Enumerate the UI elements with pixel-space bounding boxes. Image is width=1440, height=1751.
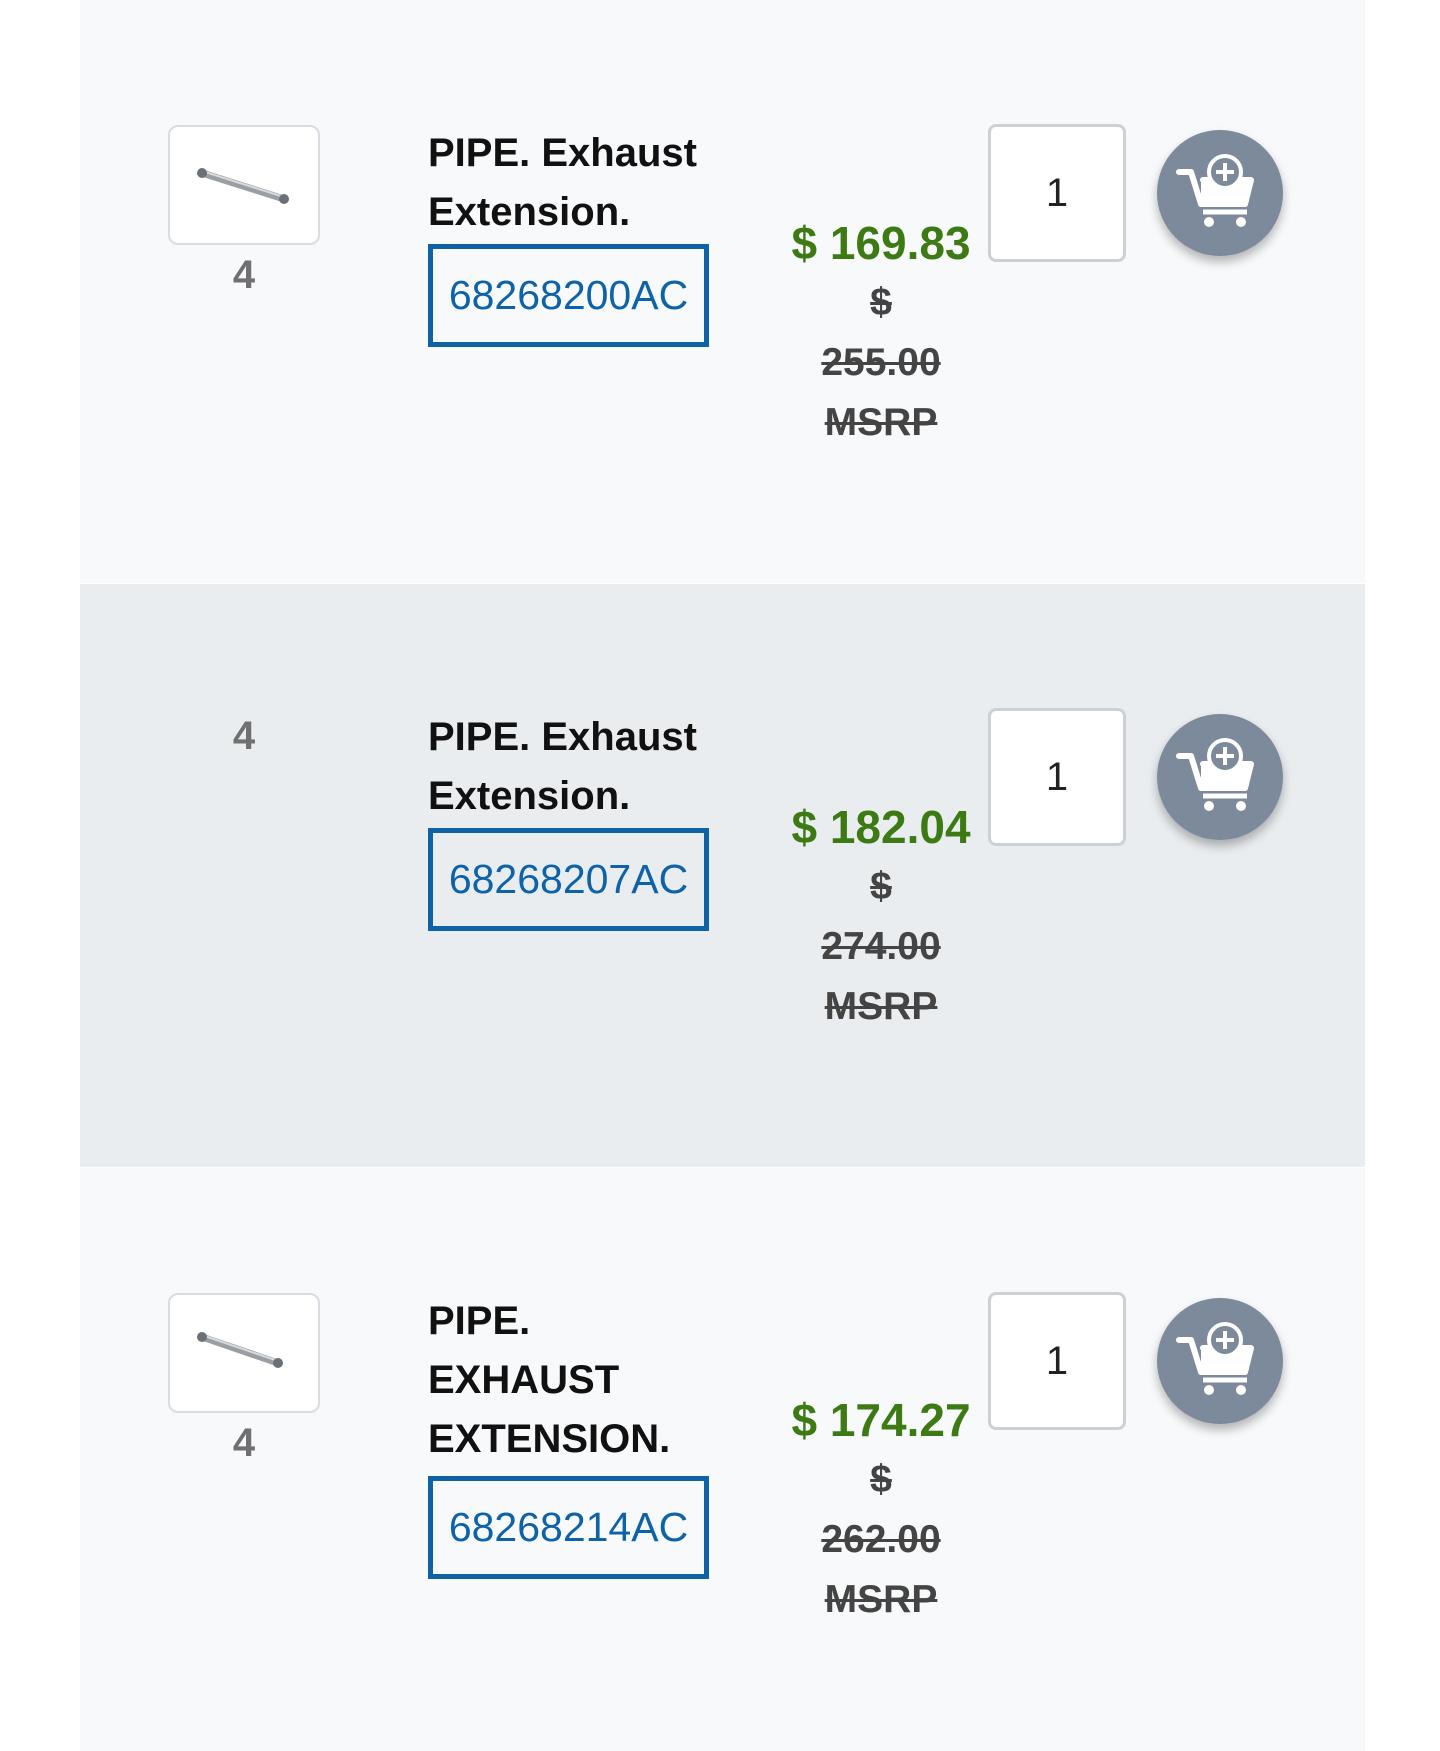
quantity-required: 4 xyxy=(232,253,256,297)
quantity-required: 4 xyxy=(232,714,256,758)
exhaust-pipe-image xyxy=(197,168,289,204)
part-thumbnail[interactable] xyxy=(168,1293,320,1413)
part-row: 4 PIPE. EXHAUST EXTENSION. 68268214AC $ … xyxy=(80,1168,1365,1751)
sale-price: $ 169.83 xyxy=(791,217,971,269)
part-thumbnail[interactable] xyxy=(168,125,320,245)
part-number-link[interactable]: 68268214AC xyxy=(428,1476,709,1579)
add-to-cart-button[interactable] xyxy=(1157,1298,1283,1424)
quantity-required: 4 xyxy=(232,1421,256,1465)
add-to-cart-button[interactable] xyxy=(1157,714,1283,840)
msrp-currency: $ xyxy=(870,281,892,324)
price-block: $ 174.27 $ 262.00 MSRP xyxy=(786,1390,976,1630)
msrp-label: MSRP xyxy=(824,1578,938,1621)
msrp-currency: $ xyxy=(870,1458,892,1501)
part-description: PIPE. EXHAUST EXTENSION. xyxy=(428,1299,671,1461)
part-description: PIPE. Exhaust Extension. xyxy=(428,715,697,818)
price-block: $ 182.04 $ 274.00 MSRP xyxy=(786,797,976,1037)
msrp-value: 274.00 xyxy=(821,925,941,968)
exhaust-pipe-image xyxy=(197,1332,283,1368)
msrp-currency: $ xyxy=(870,865,892,908)
add-to-cart-icon xyxy=(1176,1322,1254,1395)
msrp-label: MSRP xyxy=(824,401,938,444)
part-number-link[interactable]: 68268207AC xyxy=(428,828,709,931)
part-description: PIPE. Exhaust Extension. xyxy=(428,131,697,234)
sale-price: $ 182.04 xyxy=(791,801,971,853)
parts-list: 4 PIPE. Exhaust Extension. 68268200AC $ … xyxy=(80,0,1365,1751)
part-number-link[interactable]: 68268200AC xyxy=(428,244,709,347)
quantity-input[interactable] xyxy=(988,708,1126,846)
msrp-label: MSRP xyxy=(824,985,938,1028)
add-to-cart-icon xyxy=(1176,738,1254,811)
part-row: 4 PIPE. Exhaust Extension. 68268200AC $ … xyxy=(80,0,1365,583)
add-to-cart-icon xyxy=(1176,154,1254,227)
quantity-input[interactable] xyxy=(988,124,1126,262)
msrp-value: 262.00 xyxy=(821,1518,941,1561)
price-block: $ 169.83 $ 255.00 MSRP xyxy=(786,213,976,453)
add-to-cart-button[interactable] xyxy=(1157,130,1283,256)
sale-price: $ 174.27 xyxy=(791,1394,971,1446)
msrp-value: 255.00 xyxy=(821,341,941,384)
part-row: 4 PIPE. Exhaust Extension. 68268207AC $ … xyxy=(80,584,1365,1167)
quantity-input[interactable] xyxy=(988,1292,1126,1430)
